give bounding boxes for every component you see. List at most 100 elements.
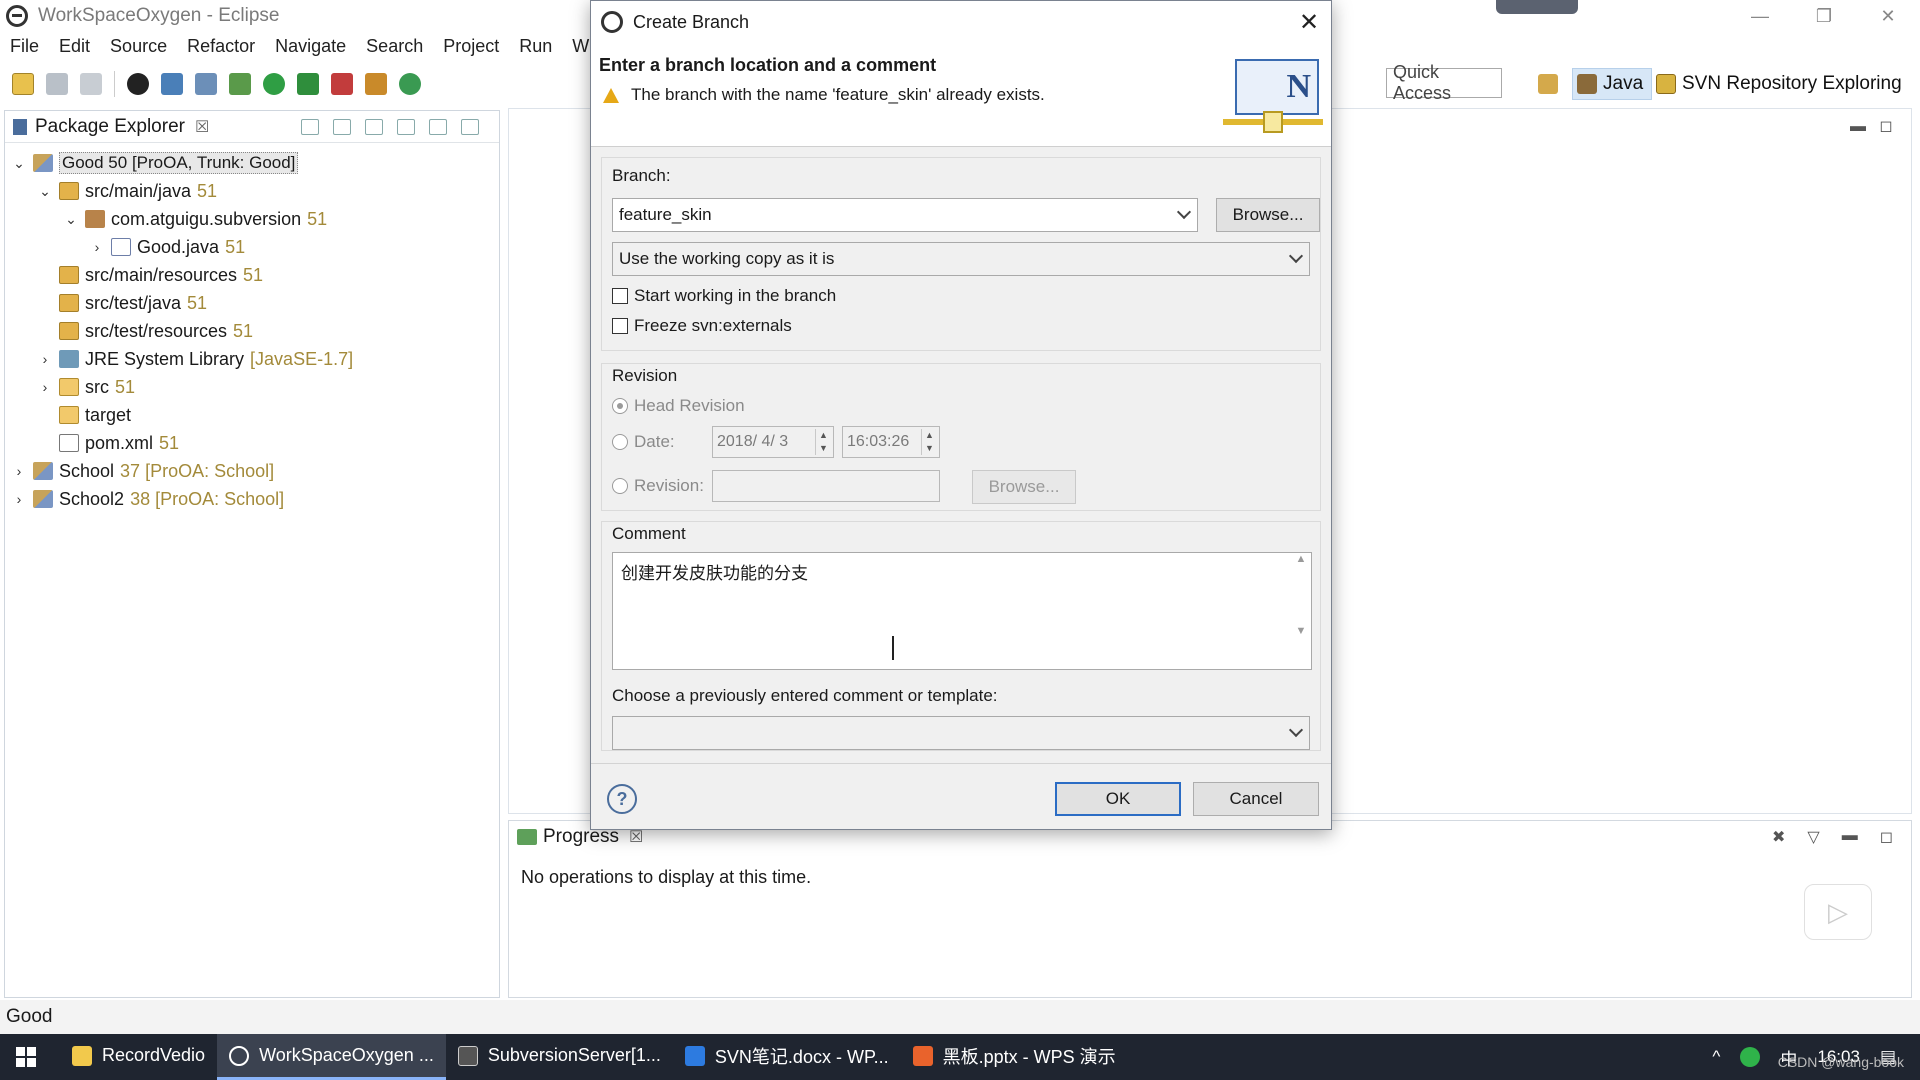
new-icon[interactable] <box>12 73 34 95</box>
close-view-icon[interactable]: ☒ <box>629 827 643 847</box>
taskbar-item-blackboard[interactable]: 黑板.pptx - WPS 演示 <box>901 1034 1128 1080</box>
date-spinner-icon[interactable]: ▲ ▼ <box>815 429 831 455</box>
editor-minimize-icon[interactable]: ▬ ◻ <box>1850 116 1893 136</box>
save-all-icon[interactable] <box>80 73 102 95</box>
chevron-down-icon[interactable]: ⌄ <box>11 155 27 172</box>
chevron-down-icon[interactable] <box>1288 722 1304 738</box>
external-tools-icon[interactable] <box>331 73 353 95</box>
tab-package-explorer[interactable]: Package Explorer ☒ <box>5 116 209 138</box>
console-icon[interactable] <box>161 73 183 95</box>
play-icon[interactable]: ▷ <box>1804 884 1872 940</box>
start-button[interactable] <box>0 1034 52 1080</box>
maximize-view-icon[interactable] <box>461 118 479 135</box>
restore-button[interactable]: ❐ <box>1792 0 1856 32</box>
menu-search[interactable]: Search <box>356 36 433 57</box>
time-picker[interactable]: 16:03:26 ▲ ▼ <box>842 426 940 458</box>
time-spinner-icon[interactable]: ▲ ▼ <box>921 429 937 455</box>
checkbox-box[interactable] <box>612 318 628 334</box>
new-class-icon[interactable] <box>399 73 421 95</box>
head-revision-radio[interactable]: Head Revision <box>612 396 745 416</box>
tree-node-school2[interactable]: › School2 38 [ProOA: School] <box>5 485 499 513</box>
taskbar-item-subversion-server[interactable]: SubversionServer[1... <box>446 1034 673 1080</box>
tree-node-good-java[interactable]: › Good.java 51 <box>5 233 499 261</box>
view-menu-icon[interactable]: ▽ <box>1807 827 1819 847</box>
tray-expand-icon[interactable]: ^ <box>1712 1047 1720 1067</box>
new-package-icon[interactable] <box>365 73 387 95</box>
branch-combo[interactable]: feature_skin <box>612 198 1198 232</box>
remove-all-finished-icon[interactable]: ✖ <box>1772 827 1785 847</box>
chevron-right-icon[interactable]: › <box>11 463 27 479</box>
chevron-down-icon[interactable]: ⌄ <box>37 183 53 200</box>
menu-navigate[interactable]: Navigate <box>265 36 356 57</box>
skip-breakpoints-icon[interactable] <box>195 73 217 95</box>
menu-file[interactable]: File <box>0 36 49 57</box>
network-status-icon[interactable] <box>1740 1047 1761 1067</box>
tree-node-src-test-resources[interactable]: src/test/resources 51 <box>5 317 499 345</box>
date-radio[interactable]: Date: <box>612 432 675 452</box>
svn-icon[interactable] <box>127 73 149 95</box>
tree-node-src-main-resources[interactable]: src/main/resources 51 <box>5 261 499 289</box>
chevron-right-icon[interactable]: › <box>37 379 53 395</box>
comment-textarea[interactable]: 创建开发皮肤功能的分支 ▲ ▼ <box>612 552 1312 670</box>
dialog-close-icon[interactable]: ✕ <box>1287 8 1331 37</box>
revision-radio[interactable]: Revision: <box>612 476 704 496</box>
menu-run[interactable]: Run <box>509 36 562 57</box>
tree-node-pom[interactable]: pom.xml 51 <box>5 429 499 457</box>
copy-mode-select[interactable]: Use the working copy as it is <box>612 242 1310 276</box>
tree-node-src[interactable]: › src 51 <box>5 373 499 401</box>
chevron-down-icon[interactable] <box>1176 204 1192 220</box>
tree-node-src-main-java[interactable]: ⌄ src/main/java 51 <box>5 177 499 205</box>
minimize-button[interactable]: — <box>1728 0 1792 32</box>
tree-node-package[interactable]: ⌄ com.atguigu.subversion 51 <box>5 205 499 233</box>
tree-node-target[interactable]: target <box>5 401 499 429</box>
radio-dot[interactable] <box>612 398 628 414</box>
cancel-button[interactable]: Cancel <box>1193 782 1319 816</box>
debug-icon[interactable] <box>229 73 251 95</box>
revision-input[interactable] <box>712 470 940 502</box>
run-icon[interactable] <box>263 73 285 95</box>
menu-project[interactable]: Project <box>433 36 509 57</box>
taskbar-item-eclipse[interactable]: WorkSpaceOxygen ... <box>217 1034 446 1080</box>
close-view-icon[interactable]: ☒ <box>195 117 209 137</box>
tree-node-school[interactable]: › School 37 [ProOA: School] <box>5 457 499 485</box>
template-select[interactable] <box>612 716 1310 750</box>
start-working-checkbox[interactable]: Start working in the branch <box>612 286 836 306</box>
menu-source[interactable]: Source <box>100 36 177 57</box>
open-perspective-button[interactable] <box>1538 68 1564 100</box>
menu-edit[interactable]: Edit <box>49 36 100 57</box>
taskbar-item-svn-notes[interactable]: SVN笔记.docx - WP... <box>673 1034 901 1080</box>
tree-node-src-test-java[interactable]: src/test/java 51 <box>5 289 499 317</box>
chevron-down-icon[interactable] <box>1288 248 1304 264</box>
chevron-right-icon[interactable]: › <box>89 239 105 255</box>
close-button[interactable]: ✕ <box>1856 0 1920 32</box>
ok-button[interactable]: OK <box>1055 782 1181 816</box>
revision-browse-button[interactable]: Browse... <box>972 470 1076 504</box>
chevron-right-icon[interactable]: › <box>11 491 27 507</box>
view-menu-icon[interactable] <box>397 118 415 135</box>
filter-icon[interactable] <box>365 118 383 135</box>
comment-scrollbar[interactable]: ▲ ▼ <box>1291 553 1311 669</box>
branch-browse-button[interactable]: Browse... <box>1216 198 1320 232</box>
minimize-view-icon[interactable]: ▬ <box>1842 827 1858 847</box>
taskbar-item-recordvedio[interactable]: RecordVedio <box>60 1034 217 1080</box>
help-icon[interactable]: ? <box>607 784 637 814</box>
radio-dot[interactable] <box>612 434 628 450</box>
link-with-editor-icon[interactable] <box>333 118 351 135</box>
quick-access-field[interactable]: Quick Access <box>1386 62 1502 103</box>
freeze-externals-checkbox[interactable]: Freeze svn:externals <box>612 316 792 336</box>
save-icon[interactable] <box>46 73 68 95</box>
maximize-view-icon[interactable]: ◻ <box>1880 827 1893 847</box>
chevron-down-icon[interactable]: ⌄ <box>63 211 79 228</box>
radio-dot[interactable] <box>612 478 628 494</box>
perspective-svn[interactable]: SVN Repository Exploring <box>1656 68 1902 100</box>
tree-node-jre-library[interactable]: › JRE System Library [JavaSE-1.7] <box>5 345 499 373</box>
collapse-all-icon[interactable] <box>301 118 319 135</box>
perspective-java[interactable]: Java <box>1572 68 1652 100</box>
date-picker[interactable]: 2018/ 4/ 3 ▲ ▼ <box>712 426 834 458</box>
minimize-view-icon[interactable] <box>429 118 447 135</box>
checkbox-box[interactable] <box>612 288 628 304</box>
tree-node-good[interactable]: ⌄ Good 50 [ProOA, Trunk: Good] <box>5 149 499 177</box>
coverage-icon[interactable] <box>297 73 319 95</box>
chevron-right-icon[interactable]: › <box>37 351 53 367</box>
menu-refactor[interactable]: Refactor <box>177 36 265 57</box>
